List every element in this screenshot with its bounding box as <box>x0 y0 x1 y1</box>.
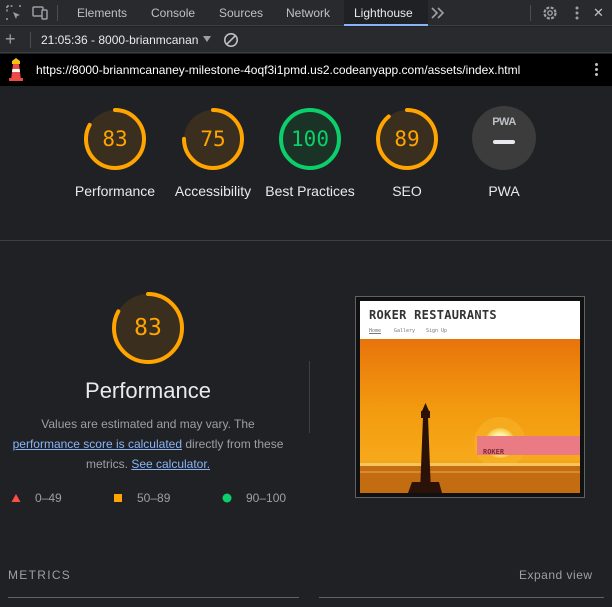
screenshot-nav-item: Sign Up <box>426 328 448 334</box>
gauge-score: 75 <box>200 127 226 151</box>
description-text: metrics. <box>85 457 132 471</box>
performance-title: Performance <box>85 378 211 403</box>
screenshot-hero-image <box>360 339 580 493</box>
gauge-performance[interactable]: 83 <box>82 106 148 172</box>
report-url-bar: https://8000-brianmcananey-milestone-4oq… <box>0 54 612 86</box>
gauge-label: Accessibility <box>174 183 252 199</box>
legend-average: 50–89 <box>113 491 170 505</box>
circle-icon <box>222 493 232 503</box>
screenshot-page: ROKER RESTAURANTS Home Gallery Sign Up R… <box>360 301 580 493</box>
tab-separator <box>530 5 531 21</box>
metrics-divider <box>8 597 299 598</box>
tab-console[interactable]: Console <box>151 0 195 26</box>
performance-description: Values are estimated and may vary. The p… <box>0 414 296 474</box>
gauge-pwa[interactable]: PWA <box>472 106 536 170</box>
tab-sources[interactable]: Sources <box>219 0 263 26</box>
pwa-icon: PWA <box>492 116 516 128</box>
settings-icon[interactable] <box>541 4 559 22</box>
gauge-accessibility[interactable]: 75 <box>180 106 246 172</box>
description-line: metrics. See calculator. <box>0 454 296 474</box>
tab-lighthouse[interactable]: Lighthouse <box>344 0 428 26</box>
vertical-divider <box>309 361 310 433</box>
lighthouse-toolbar: + 21:05:36 - 8000-brianmcanan <box>0 27 612 53</box>
more-tabs-icon[interactable] <box>429 4 447 22</box>
inspect-icon[interactable] <box>5 4 23 22</box>
triangle-icon <box>11 494 21 502</box>
tab-network[interactable]: Network <box>286 0 330 26</box>
square-icon <box>114 494 122 502</box>
close-icon[interactable]: ✕ <box>593 0 604 26</box>
see-calculator-link[interactable]: See calculator. <box>131 457 210 471</box>
metrics-divider <box>319 597 604 598</box>
gauge-label: SEO <box>392 183 422 199</box>
tab-elements[interactable]: Elements <box>77 0 127 26</box>
screenshot-nav-item: Gallery <box>394 328 416 334</box>
performance-score-gauge: 83 <box>111 291 185 365</box>
gauge-label: PWA <box>488 183 520 199</box>
screenshot-nav-item: Home <box>369 328 382 334</box>
lighthouse-logo-icon <box>9 58 23 81</box>
gauge-label: Best Practices <box>265 183 355 199</box>
pwa-dash-icon <box>493 140 515 144</box>
gauge-best-practices[interactable]: 100 <box>277 106 343 172</box>
gauge-score: 100 <box>291 127 329 151</box>
devtools-tab-bar: Elements Console Sources Network Lightho… <box>0 0 612 26</box>
section-divider <box>0 240 612 241</box>
report-select[interactable]: 21:05:36 - 8000-brianmcanan <box>41 27 198 53</box>
tab-separator <box>57 5 58 21</box>
screenshot-site-title: ROKER RESTAURANTS <box>369 308 497 322</box>
description-line: performance score is calculated directly… <box>0 434 296 454</box>
new-report-icon[interactable]: + <box>5 29 16 49</box>
final-screenshot[interactable]: ROKER RESTAURANTS Home Gallery Sign Up R… <box>355 296 585 498</box>
screenshot-caption-box: ROKER <box>477 436 580 456</box>
legend-pass: 90–100 <box>222 491 286 505</box>
performance-score: 83 <box>134 315 162 341</box>
expand-view-toggle[interactable]: Expand view <box>519 568 593 582</box>
metrics-heading: METRICS <box>8 568 72 582</box>
performance-score-link[interactable]: performance score is calculated <box>13 437 182 451</box>
report-url: https://8000-brianmcananey-milestone-4oq… <box>36 63 521 77</box>
screenshot-caption: ROKER <box>483 448 505 456</box>
gauge-score: 83 <box>102 127 128 151</box>
gauge-seo[interactable]: 89 <box>374 106 440 172</box>
chevron-down-icon[interactable] <box>203 36 211 42</box>
clear-icon[interactable] <box>223 32 239 48</box>
kebab-icon[interactable] <box>592 62 600 78</box>
legend-fail: 0–49 <box>11 491 62 505</box>
device-toolbar-icon[interactable] <box>31 4 49 22</box>
description-text: directly from these <box>182 437 284 451</box>
gauge-score: 89 <box>394 127 420 151</box>
toolbar-separator <box>30 32 31 48</box>
description-line: Values are estimated and may vary. The <box>41 417 255 431</box>
gauge-label: Performance <box>74 183 156 199</box>
kebab-icon[interactable] <box>568 4 586 22</box>
